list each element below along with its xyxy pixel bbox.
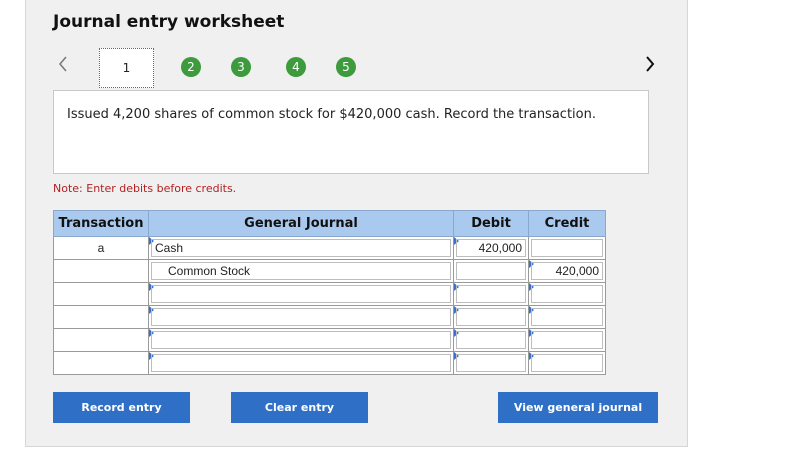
credit-field[interactable] xyxy=(531,354,603,372)
chevron-left-icon[interactable] xyxy=(53,52,73,76)
credit-field[interactable] xyxy=(531,308,603,326)
transaction-cell xyxy=(53,351,149,375)
debit-cell[interactable] xyxy=(453,259,529,283)
account-field[interactable] xyxy=(151,285,451,303)
step-1-current[interactable]: 1 xyxy=(99,48,154,88)
view-general-journal-button[interactable]: View general journal xyxy=(498,392,658,423)
page-title: Journal entry worksheet xyxy=(53,12,285,32)
table-row: Common Stock 420,000 xyxy=(53,259,606,283)
table-row xyxy=(53,305,606,329)
debit-cell[interactable] xyxy=(453,351,529,375)
credit-field[interactable]: 420,000 xyxy=(531,262,603,280)
table-header-row: Transaction General Journal Debit Credit xyxy=(53,210,606,237)
step-2[interactable]: 2 xyxy=(181,57,201,77)
table-row xyxy=(53,328,606,352)
debit-cell[interactable] xyxy=(453,328,529,352)
header-debit: Debit xyxy=(453,210,529,237)
step-5[interactable]: 5 xyxy=(336,57,356,77)
credit-cell[interactable] xyxy=(528,328,606,352)
transaction-cell xyxy=(53,328,149,352)
credit-cell[interactable] xyxy=(528,236,606,260)
transaction-cell xyxy=(53,282,149,306)
header-transaction: Transaction xyxy=(53,210,149,237)
header-credit: Credit xyxy=(528,210,606,237)
table-row xyxy=(53,351,606,375)
credit-cell[interactable]: 420,000 xyxy=(528,259,606,283)
credit-cell[interactable] xyxy=(528,282,606,306)
account-cell[interactable] xyxy=(148,328,454,352)
account-cell[interactable]: Cash xyxy=(148,236,454,260)
credit-cell[interactable] xyxy=(528,351,606,375)
account-field[interactable] xyxy=(151,331,451,349)
debit-field[interactable] xyxy=(456,331,526,349)
transaction-label xyxy=(56,354,146,372)
credit-field[interactable] xyxy=(531,285,603,303)
debit-cell[interactable] xyxy=(453,282,529,306)
transaction-cell xyxy=(53,259,149,283)
account-field[interactable] xyxy=(151,354,451,372)
credit-cell[interactable] xyxy=(528,305,606,329)
table-row xyxy=(53,282,606,306)
step-3[interactable]: 3 xyxy=(231,57,251,77)
transaction-label xyxy=(56,262,146,280)
step-4[interactable]: 4 xyxy=(286,57,306,77)
account-cell[interactable] xyxy=(148,351,454,375)
transaction-label xyxy=(56,285,146,303)
account-cell[interactable] xyxy=(148,305,454,329)
chevron-right-icon[interactable] xyxy=(640,52,660,76)
record-entry-button[interactable]: Record entry xyxy=(53,392,190,423)
debit-field[interactable] xyxy=(456,308,526,326)
transaction-cell: a xyxy=(53,236,149,260)
debit-field[interactable] xyxy=(456,285,526,303)
debit-field[interactable]: 420,000 xyxy=(456,239,526,257)
note-text: Note: Enter debits before credits. xyxy=(53,182,237,195)
transaction-cell xyxy=(53,305,149,329)
clear-entry-button[interactable]: Clear entry xyxy=(231,392,368,423)
account-field[interactable]: Cash xyxy=(151,239,451,257)
debit-cell[interactable] xyxy=(453,305,529,329)
credit-field[interactable] xyxy=(531,239,603,257)
debit-cell[interactable]: 420,000 xyxy=(453,236,529,260)
transaction-description: Issued 4,200 shares of common stock for … xyxy=(53,90,649,174)
debit-field[interactable] xyxy=(456,262,526,280)
account-field[interactable] xyxy=(151,308,451,326)
transaction-label xyxy=(56,308,146,326)
account-field[interactable]: Common Stock xyxy=(151,262,451,280)
table-row: a Cash 420,000 xyxy=(53,236,606,260)
journal-table: Transaction General Journal Debit Credit… xyxy=(53,210,606,375)
debit-field[interactable] xyxy=(456,354,526,372)
transaction-label: a xyxy=(97,241,105,255)
credit-field[interactable] xyxy=(531,331,603,349)
account-cell[interactable] xyxy=(148,282,454,306)
header-general-journal: General Journal xyxy=(148,210,454,237)
transaction-label xyxy=(56,331,146,349)
account-cell[interactable]: Common Stock xyxy=(148,259,454,283)
